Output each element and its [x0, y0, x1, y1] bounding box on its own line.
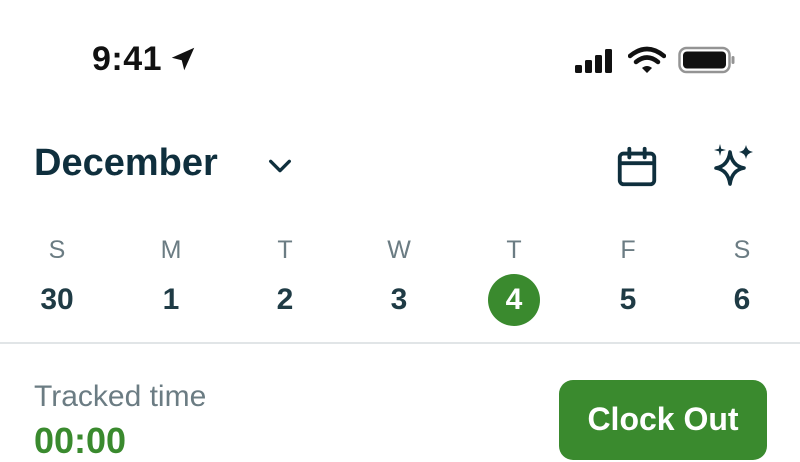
weekday-label: S [733, 236, 751, 264]
day-column[interactable]: T 2 [235, 232, 335, 326]
status-bar: 9:41 [0, 0, 800, 120]
month-title[interactable]: December [34, 142, 218, 185]
weekday-label: M [160, 236, 182, 264]
weekday-label: F [620, 236, 636, 264]
day-column[interactable]: M 1 [121, 232, 221, 326]
date-number[interactable]: 2 [259, 274, 311, 326]
calendar-icon[interactable] [614, 144, 660, 190]
day-column[interactable]: F 5 [578, 232, 678, 326]
wifi-icon [628, 46, 666, 73]
section-divider [0, 342, 800, 344]
date-number[interactable]: 1 [145, 274, 197, 326]
status-time: 9:41 [92, 40, 163, 78]
cellular-signal-icon [575, 49, 612, 73]
selected-date-number[interactable]: 4 [488, 274, 540, 326]
day-column[interactable]: S 6 [692, 232, 792, 326]
day-column-selected[interactable]: T 4 [464, 232, 564, 326]
weekday-label: T [506, 236, 522, 264]
weekday-label: W [387, 236, 411, 264]
tracked-time-label: Tracked time [34, 380, 207, 413]
week-strip: S 30 M 1 T 2 W 3 T 4 F 5 S 6 [0, 232, 800, 328]
weekday-label: S [48, 236, 66, 264]
date-number[interactable]: 6 [716, 274, 768, 326]
sparkles-icon[interactable] [710, 142, 758, 190]
battery-icon [678, 46, 735, 74]
date-number[interactable]: 3 [373, 274, 425, 326]
day-column[interactable]: W 3 [349, 232, 449, 326]
month-header: December [0, 130, 800, 200]
clock-out-button[interactable]: Clock Out [559, 380, 767, 460]
date-number[interactable]: 5 [602, 274, 654, 326]
weekday-label: T [277, 236, 293, 264]
date-number[interactable]: 30 [31, 274, 83, 326]
day-column[interactable]: S 30 [7, 232, 107, 326]
location-arrow-icon [171, 47, 195, 71]
tracked-time-value: 00:00 [34, 420, 127, 461]
chevron-down-icon[interactable] [266, 152, 294, 180]
